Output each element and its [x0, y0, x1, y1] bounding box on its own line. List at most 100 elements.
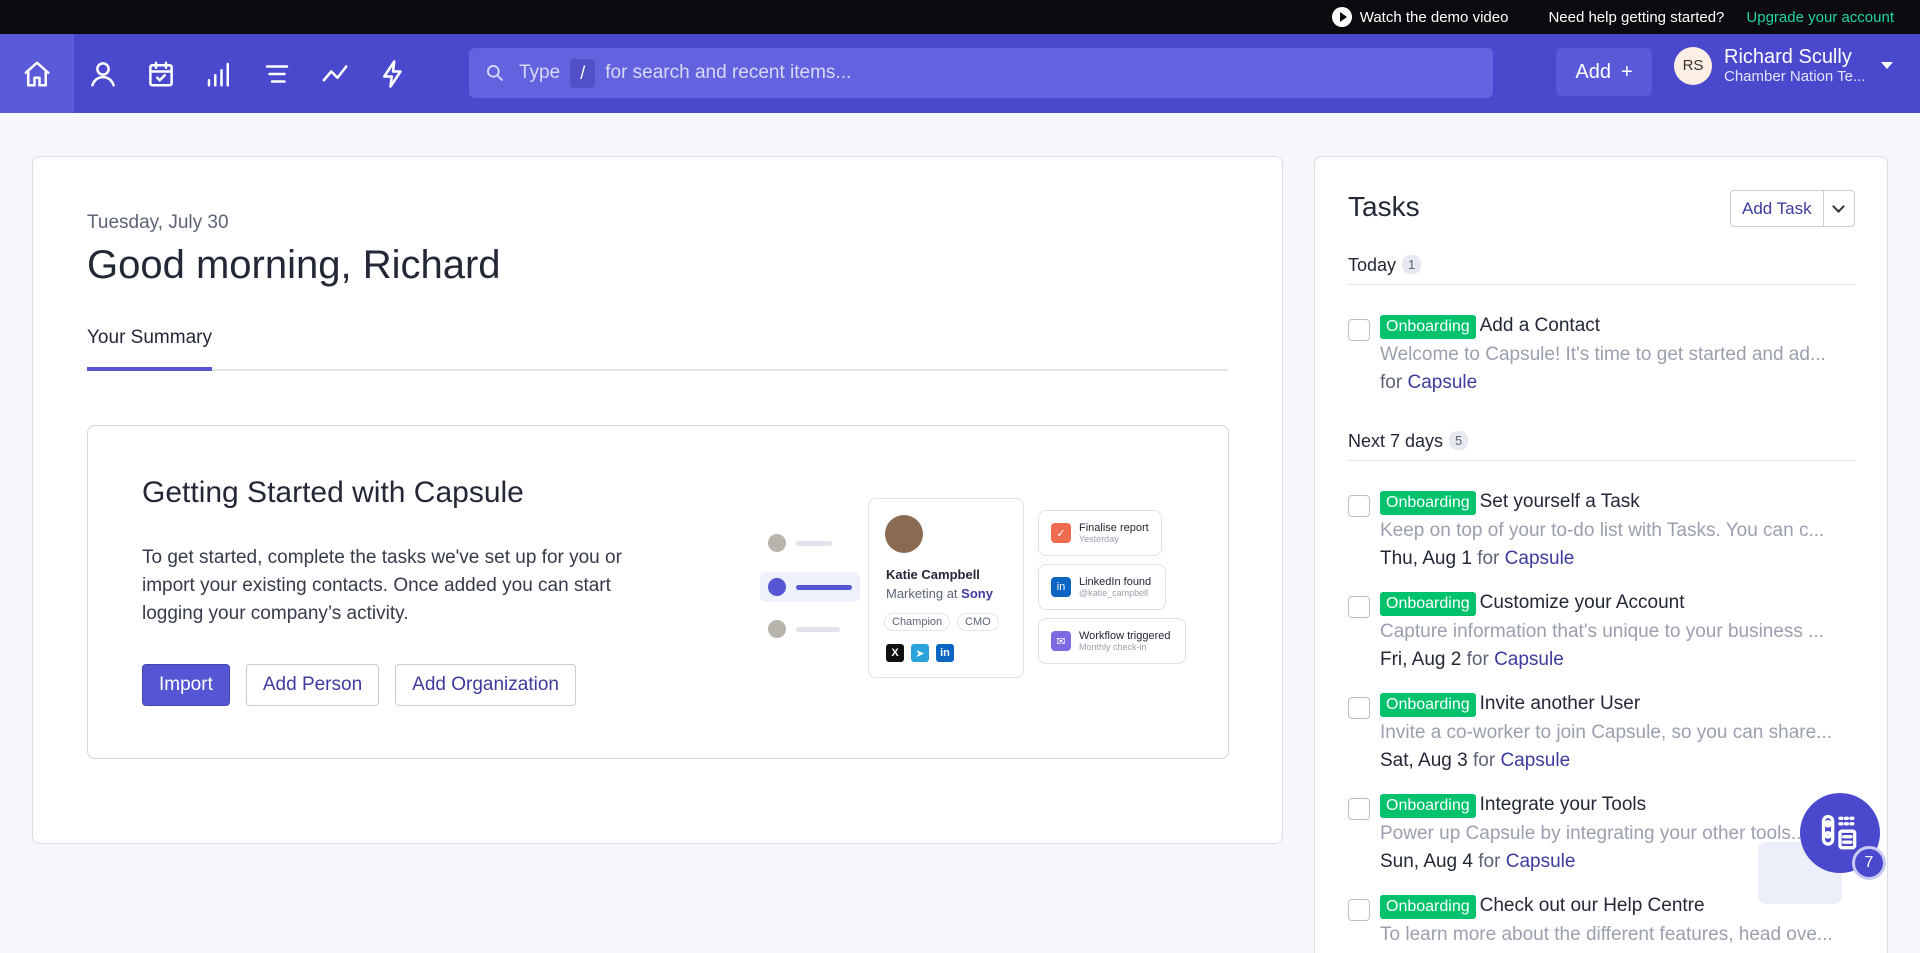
- lightning-icon: [383, 59, 402, 88]
- getting-started-panel: Getting Started with Capsule To get star…: [87, 425, 1229, 759]
- upgrade-link[interactable]: Upgrade your account: [1746, 9, 1894, 26]
- contact-photo: [885, 515, 923, 553]
- search-type-label: Type: [519, 62, 561, 83]
- illustration-list-row: [768, 534, 832, 552]
- task-title[interactable]: Add a Contact: [1480, 315, 1600, 336]
- getting-started-text: To get started, complete the tasks we've…: [142, 547, 622, 624]
- calendar-icon: [149, 61, 173, 86]
- task-link[interactable]: Capsule: [1505, 548, 1575, 569]
- getting-started-title: Getting Started with Capsule: [142, 476, 524, 509]
- chevron-down-icon[interactable]: [1824, 191, 1854, 226]
- linkedin-icon: in: [936, 644, 954, 662]
- nav-calendar[interactable]: [132, 34, 190, 113]
- task-link[interactable]: Capsule: [1506, 851, 1576, 872]
- trend-line-icon: [322, 64, 348, 81]
- tag-chip: Champion: [884, 613, 951, 631]
- status-badge: Onboarding: [1380, 592, 1476, 616]
- page-title: Good morning, Richard: [87, 243, 501, 287]
- chevron-down-icon: [1881, 62, 1894, 69]
- announcement-bar: Watch the demo video Need help getting s…: [0, 0, 1920, 34]
- contact-role: Marketing at Sony: [886, 586, 993, 601]
- add-button-label: Add: [1575, 60, 1611, 83]
- status-badge: Onboarding: [1380, 794, 1476, 818]
- add-organization-button[interactable]: Add Organization: [395, 664, 576, 706]
- task-description: Welcome to Capsule! It's time to get sta…: [1380, 344, 1826, 365]
- task-description: Invite a co-worker to join Capsule, so y…: [1380, 722, 1833, 743]
- contact-name: Katie Campbell: [886, 567, 980, 582]
- task-description: To learn more about the different featur…: [1380, 924, 1833, 945]
- avatar-dot: [768, 534, 786, 552]
- add-button[interactable]: Add +: [1556, 48, 1652, 96]
- section-next-label: Next 7 days: [1348, 431, 1444, 451]
- nav-reports[interactable]: [306, 34, 364, 113]
- contact-preview-card: Katie Campbell Marketing at Sony Champio…: [868, 498, 1024, 678]
- section-today-label: Today: [1348, 255, 1397, 275]
- import-button[interactable]: Import: [142, 664, 230, 706]
- add-task-button[interactable]: Add Task: [1731, 191, 1824, 226]
- current-date: Tuesday, July 30: [87, 212, 229, 233]
- status-badge: Onboarding: [1380, 315, 1476, 339]
- search-shortcut-key: /: [570, 58, 596, 88]
- tasks-title: Tasks: [1348, 191, 1420, 222]
- nav-projects[interactable]: [248, 34, 306, 113]
- linkedin-icon: in: [1051, 577, 1071, 597]
- task-check-icon: ✓: [1051, 523, 1071, 543]
- search-bar[interactable]: Type / for search and recent items...: [469, 48, 1493, 98]
- task-description: Keep on top of your to-do list with Task…: [1380, 520, 1825, 541]
- user-menu[interactable]: RS Richard Scully Chamber Nation Te...: [1674, 46, 1894, 85]
- task-title[interactable]: Check out our Help Centre: [1480, 895, 1705, 916]
- watch-demo-label: Watch the demo video: [1359, 8, 1509, 26]
- task-link[interactable]: Capsule: [1407, 372, 1477, 393]
- help-text: Need help getting started?: [1548, 8, 1725, 26]
- task-checkbox[interactable]: [1348, 495, 1370, 517]
- add-person-button[interactable]: Add Person: [245, 664, 380, 706]
- tag-chip: CMO: [957, 613, 999, 631]
- task-link[interactable]: Capsule: [1500, 750, 1570, 771]
- search-hint: for search and recent items...: [605, 62, 852, 83]
- nav-workflow[interactable]: [364, 34, 422, 113]
- illustration-list-row-active: [760, 572, 860, 602]
- bar-chart-icon: [207, 62, 229, 86]
- task-checkbox[interactable]: [1348, 319, 1370, 341]
- mail-icon: ✉: [1051, 631, 1071, 651]
- line-placeholder: [796, 626, 840, 632]
- task-meta: for Capsule: [1380, 372, 1478, 393]
- task-title[interactable]: Integrate your Tools: [1480, 794, 1647, 815]
- status-badge: Onboarding: [1380, 895, 1476, 919]
- notification-card: ✉ Workflow triggered Monthly check-in: [1038, 618, 1186, 664]
- summary-card: Tuesday, July 30 Good morning, Richard Y…: [32, 156, 1283, 844]
- nav-pipeline[interactable]: [190, 34, 248, 113]
- help-widget-count: 7: [1852, 846, 1886, 880]
- task-meta: Thu, Aug 1 for Capsule: [1380, 548, 1575, 569]
- task-title[interactable]: Customize your Account: [1480, 592, 1685, 613]
- task-checkbox[interactable]: [1348, 596, 1370, 618]
- x-icon: X: [886, 644, 904, 662]
- section-next-7-days: Next 7 days 5: [1348, 431, 1856, 461]
- task-meta: Sat, Aug 3 for Capsule: [1380, 750, 1571, 771]
- count-badge: 1: [1402, 255, 1422, 274]
- task-link[interactable]: Capsule: [1494, 649, 1564, 670]
- main-navbar: Type / for search and recent items... Ad…: [0, 34, 1920, 113]
- add-task-control: Add Task: [1730, 190, 1855, 227]
- task-checkbox[interactable]: [1348, 697, 1370, 719]
- task-checkbox[interactable]: [1348, 798, 1370, 820]
- summary-tabs: Your Summary: [87, 327, 1228, 371]
- task-meta: Fri, Aug 2 for Capsule: [1380, 649, 1564, 670]
- task-title[interactable]: Set yourself a Task: [1480, 491, 1640, 512]
- user-name: Richard Scully: [1724, 46, 1852, 68]
- nav-home[interactable]: [0, 34, 74, 113]
- status-badge: Onboarding: [1380, 491, 1476, 515]
- status-badge: Onboarding: [1380, 693, 1476, 717]
- checklist-icon: [1821, 814, 1857, 850]
- watch-demo-link[interactable]: Watch the demo video: [1331, 7, 1509, 27]
- tab-your-summary[interactable]: Your Summary: [87, 327, 212, 371]
- count-badge: 5: [1449, 431, 1469, 450]
- section-today: Today 1: [1348, 255, 1856, 285]
- search-icon: [487, 65, 504, 82]
- task-checkbox[interactable]: [1348, 899, 1370, 921]
- nav-contacts[interactable]: [74, 34, 132, 113]
- task-title[interactable]: Invite another User: [1480, 693, 1641, 714]
- avatar: RS: [1674, 46, 1712, 85]
- home-icon: [24, 61, 50, 86]
- task-meta: Sun, Aug 4 for Capsule: [1380, 851, 1576, 872]
